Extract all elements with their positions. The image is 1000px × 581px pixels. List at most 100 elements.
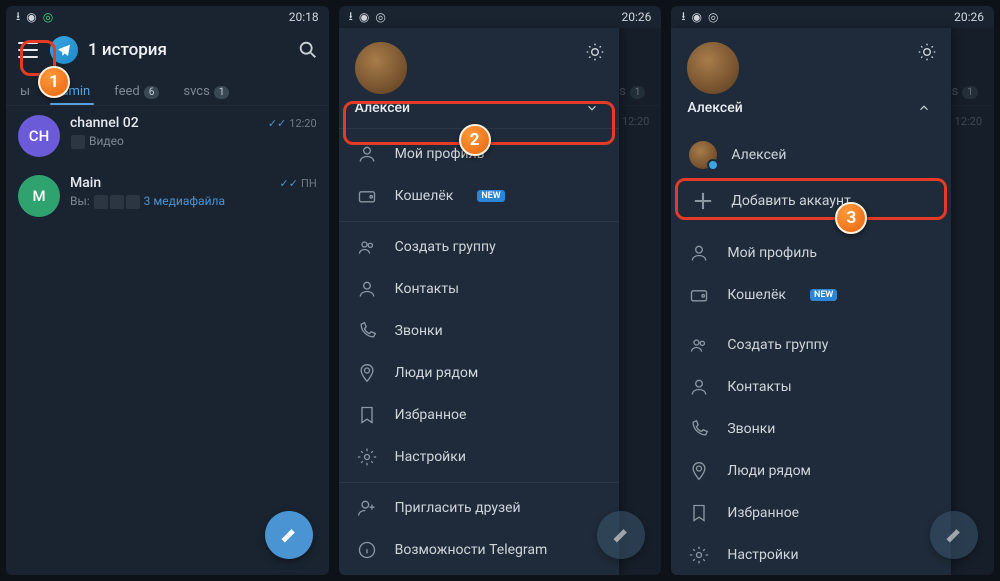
new-badge: NEW xyxy=(810,289,837,301)
avatar: CH xyxy=(18,115,60,157)
menu-contacts[interactable]: Контакты xyxy=(339,268,619,310)
viber-icon: ◉ xyxy=(692,10,702,24)
chat-row[interactable]: M Main ✓✓ПН Вы: 3 медиафайла xyxy=(6,166,329,226)
group-icon xyxy=(357,237,377,257)
chat-list: CH channel 02 ✓✓12:20 Видео M Main ✓✓ПН … xyxy=(6,106,329,226)
menu-nearby[interactable]: Люди рядом xyxy=(339,352,619,394)
download-icon: ⭳ xyxy=(681,7,685,28)
nav-drawer: Алексей Алексей Добавить аккаунт Мой про… xyxy=(671,28,951,575)
titlebar: 1 история xyxy=(6,28,329,72)
download-icon: ⭳ xyxy=(16,7,20,28)
chat-name: channel 02 xyxy=(70,115,139,131)
whatsapp-icon: ◎ xyxy=(708,10,718,24)
account-row[interactable]: Алексей xyxy=(671,132,951,178)
user-avatar[interactable] xyxy=(687,42,739,94)
tab-svcs[interactable]: svcs1 xyxy=(175,84,237,105)
nav-drawer: Алексей Мой профиль КошелёкNEW Создать г… xyxy=(339,28,619,575)
new-badge: NEW xyxy=(477,190,504,202)
theme-toggle-icon[interactable] xyxy=(917,42,937,62)
add-account-button[interactable]: Добавить аккаунт xyxy=(671,178,951,224)
verified-badge-icon xyxy=(707,159,719,171)
bookmark-icon xyxy=(689,503,709,523)
theme-toggle-icon[interactable] xyxy=(585,42,605,62)
compose-fab[interactable] xyxy=(265,511,313,559)
menu-icon[interactable] xyxy=(16,41,40,59)
compose-fab[interactable] xyxy=(597,511,645,559)
menu-settings[interactable]: Настройки xyxy=(671,534,951,575)
folder-tabs: ы admin feed6 svcs1 xyxy=(6,72,329,106)
avatar: M xyxy=(18,175,60,217)
tab-feed[interactable]: feed6 xyxy=(106,84,167,105)
clock: 20:26 xyxy=(621,10,651,24)
chat-row[interactable]: CH channel 02 ✓✓12:20 Видео xyxy=(6,106,329,166)
group-icon xyxy=(689,335,709,355)
drawer-header: Алексей xyxy=(671,28,951,124)
gear-icon xyxy=(689,545,709,565)
screenshot-panel-2: ⭳◉◎ 20:26 svcs1 ✓✓12:20 Алексей Мой проф… xyxy=(339,6,662,575)
menu-nearby[interactable]: Люди рядом xyxy=(671,450,951,492)
nearby-icon xyxy=(689,461,709,481)
screenshot-panel-3: ⭳◉◎ 20:26 svcs1 ✓✓12:20 Алексей Алексей … xyxy=(671,6,994,575)
viber-icon: ◉ xyxy=(26,10,36,24)
tab-admin[interactable]: admin xyxy=(46,84,98,105)
add-account-label: Добавить аккаунт xyxy=(731,193,850,209)
viber-icon: ◉ xyxy=(359,10,369,24)
nearby-icon xyxy=(357,363,377,383)
chevron-up-icon xyxy=(917,101,931,115)
whatsapp-icon: ◎ xyxy=(375,10,385,24)
wallet-icon xyxy=(689,285,709,305)
menu-saved[interactable]: Избранное xyxy=(339,394,619,436)
info-icon xyxy=(357,540,377,560)
compose-fab[interactable] xyxy=(930,511,978,559)
menu-contacts[interactable]: Контакты xyxy=(671,366,951,408)
telegram-logo xyxy=(50,36,78,64)
chat-name: Main xyxy=(70,175,101,191)
chat-time: ✓✓12:20 xyxy=(268,117,317,130)
chat-time: ✓✓ПН xyxy=(280,177,317,190)
page-title: 1 история xyxy=(88,40,287,60)
account-toggle[interactable]: Алексей xyxy=(355,100,603,116)
whatsapp-icon: ◎ xyxy=(43,10,53,24)
user-icon xyxy=(357,144,377,164)
menu-saved[interactable]: Избранное xyxy=(671,492,951,534)
statusbar: ⭳ ◉ ◎ 20:26 xyxy=(671,6,994,28)
contacts-icon xyxy=(689,377,709,397)
chevron-down-icon xyxy=(585,101,599,115)
search-icon[interactable] xyxy=(297,39,319,61)
account-name: Алексей xyxy=(731,147,786,163)
menu-wallet[interactable]: КошелёкNEW xyxy=(339,175,619,217)
menu-settings[interactable]: Настройки xyxy=(339,436,619,478)
contacts-icon xyxy=(357,279,377,299)
chat-preview: Вы: 3 медиафайла xyxy=(70,194,317,209)
user-icon xyxy=(689,243,709,263)
plus-icon xyxy=(689,187,717,215)
menu-calls[interactable]: Звонки xyxy=(671,408,951,450)
menu-new-group[interactable]: Создать группу xyxy=(671,324,951,366)
menu-wallet[interactable]: КошелёкNEW xyxy=(671,274,951,316)
drawer-header: Алексей xyxy=(339,28,619,124)
screenshot-panel-1: ⭳ ◉ ◎ 20:18 1 история ы admin feed6 svcs… xyxy=(6,6,329,575)
menu-calls[interactable]: Звонки xyxy=(339,310,619,352)
clock: 20:26 xyxy=(954,10,984,24)
menu-profile[interactable]: Мой профиль xyxy=(339,133,619,175)
account-toggle[interactable]: Алексей xyxy=(687,100,935,116)
user-avatar[interactable] xyxy=(355,42,407,94)
chat-preview: Видео xyxy=(70,134,317,149)
add-user-icon xyxy=(357,498,377,518)
phone-icon xyxy=(689,419,709,439)
menu-features[interactable]: Возможности Telegram xyxy=(339,529,619,571)
menu-new-group[interactable]: Создать группу xyxy=(339,226,619,268)
tab-1[interactable]: ы xyxy=(12,84,38,105)
account-avatar xyxy=(689,141,717,169)
user-name: Алексей xyxy=(355,100,410,116)
clock: 20:18 xyxy=(289,10,319,24)
menu-profile[interactable]: Мой профиль xyxy=(671,232,951,274)
bookmark-icon xyxy=(357,405,377,425)
wallet-icon xyxy=(357,186,377,206)
statusbar: ⭳ ◉ ◎ 20:26 xyxy=(339,6,662,28)
statusbar: ⭳ ◉ ◎ 20:18 xyxy=(6,6,329,28)
download-icon: ⭳ xyxy=(349,7,353,28)
phone-icon xyxy=(357,321,377,341)
menu-invite[interactable]: Пригласить друзей xyxy=(339,487,619,529)
gear-icon xyxy=(357,447,377,467)
